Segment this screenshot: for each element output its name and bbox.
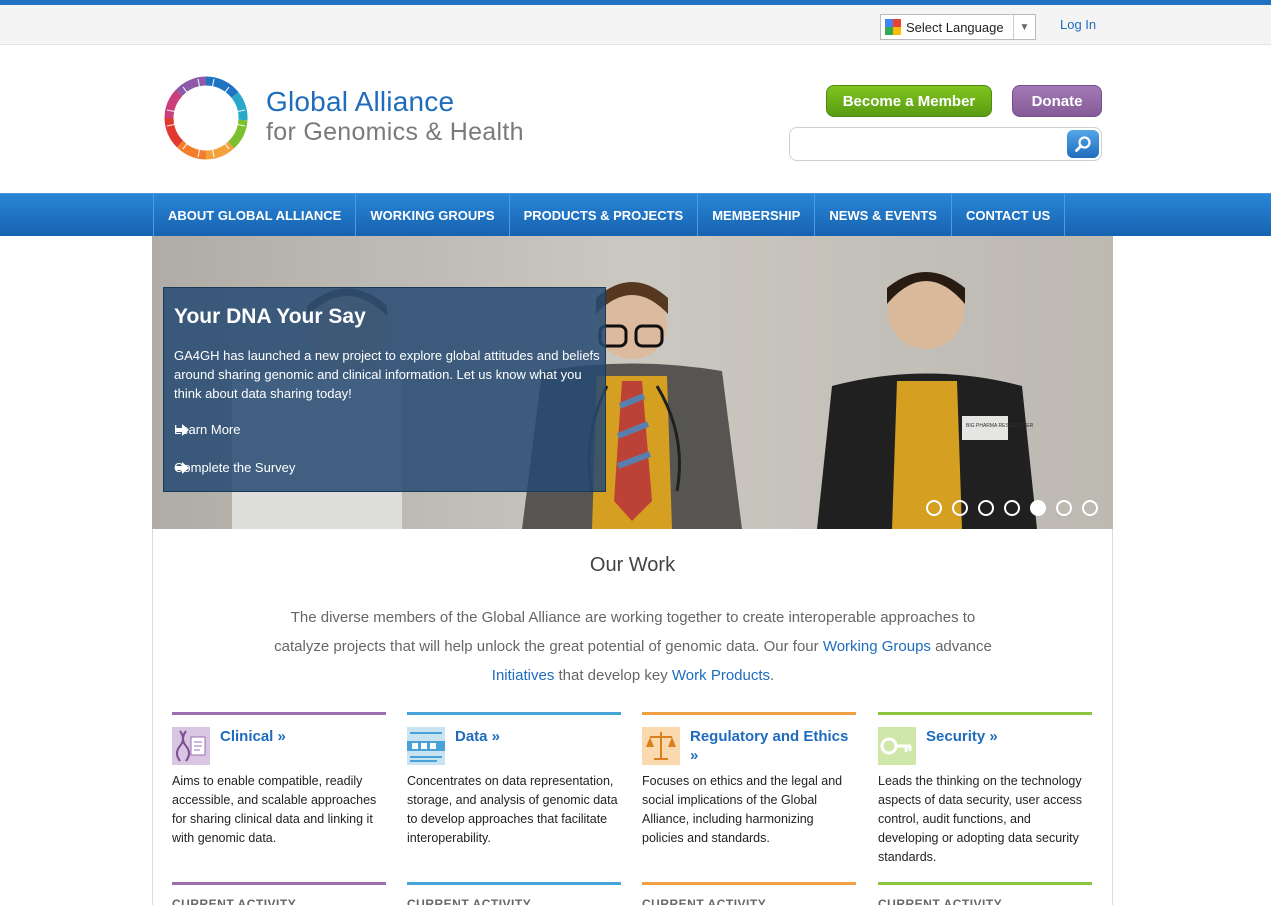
hero-carousel[interactable]: BIG PHARMA RESEARCHER Your DNA Your Say … <box>152 236 1113 529</box>
carousel-dot[interactable] <box>1056 500 1072 516</box>
nav-item-about[interactable]: ABOUT GLOBAL ALLIANCE <box>154 194 357 237</box>
complete-survey-label: Complete the Survey <box>174 460 296 475</box>
group-card-clinical: Clinical » Aims to enable compatible, re… <box>172 712 386 905</box>
security-icon <box>878 727 916 765</box>
group-description-data: Concentrates on data representation, sto… <box>407 774 618 845</box>
group-title-security[interactable]: Security » <box>926 727 998 746</box>
carousel-pagination <box>926 500 1098 516</box>
data-icon <box>407 727 445 765</box>
work-products-link[interactable]: Work Products <box>672 667 770 684</box>
carousel-dot[interactable] <box>1082 500 1098 516</box>
our-work-title: Our Work <box>589 554 676 576</box>
search-field <box>789 127 1102 161</box>
carousel-dot[interactable] <box>1004 500 1020 516</box>
group-title-regulatory[interactable]: Regulatory and Ethics » <box>690 727 856 765</box>
donate-button[interactable]: Donate <box>1012 85 1102 117</box>
utility-bar: Select Language ▼ Log In <box>0 5 1271 45</box>
become-member-button[interactable]: Become a Member <box>826 85 992 117</box>
language-selector[interactable]: Select Language ▼ <box>880 14 1036 40</box>
current-activity-heading: CURRENT ACTIVITY <box>407 897 532 905</box>
nav-item-products-projects[interactable]: PRODUCTS & PROJECTS <box>510 194 699 237</box>
group-card-data: Data » Concentrates on data representati… <box>407 712 621 905</box>
current-activity-heading: CURRENT ACTIVITY <box>878 897 1003 905</box>
group-accent-bar <box>172 882 386 885</box>
chevron-down-icon: ▼ <box>1013 15 1035 39</box>
learn-more-link[interactable]: Learn More <box>174 422 240 437</box>
brand-name[interactable]: Global Alliance <box>266 86 454 118</box>
complete-survey-link[interactable]: Complete the Survey <box>174 460 295 475</box>
ga4gh-logo-icon[interactable] <box>163 75 249 161</box>
group-description-clinical: Aims to enable compatible, readily acces… <box>172 774 377 845</box>
initiatives-link[interactable]: Initiatives <box>492 667 555 684</box>
carousel-dot[interactable] <box>978 500 994 516</box>
our-work-text: advance <box>935 638 992 655</box>
search-button[interactable] <box>1067 130 1099 158</box>
google-translate-icon <box>885 19 901 35</box>
group-accent-bar <box>642 882 856 885</box>
current-activity-heading: CURRENT ACTIVITY <box>642 897 767 905</box>
hero-title: Your DNA Your Say <box>174 305 366 328</box>
group-accent-bar <box>878 882 1092 885</box>
nav-item-news-events[interactable]: NEWS & EVENTS <box>815 194 952 237</box>
group-accent-bar <box>407 882 621 885</box>
our-work-text: . <box>770 667 775 684</box>
carousel-dot[interactable] <box>926 500 942 516</box>
login-link[interactable]: Log In <box>1060 17 1096 32</box>
current-activity-heading: CURRENT ACTIVITY <box>172 897 297 905</box>
group-card-regulatory: Regulatory and Ethics » Focuses on ethic… <box>642 712 856 905</box>
regulatory-icon <box>642 727 680 765</box>
search-icon <box>1075 136 1091 152</box>
carousel-dot-active[interactable] <box>1030 500 1046 516</box>
carousel-dot[interactable] <box>952 500 968 516</box>
our-work-section: Our Work The diverse members of the Glob… <box>152 529 1113 905</box>
brand-tagline: for Genomics & Health <box>266 118 524 146</box>
group-card-security: Security » Leads the thinking on the tec… <box>878 712 1092 905</box>
nav-item-contact[interactable]: CONTACT US <box>952 194 1066 237</box>
group-description-regulatory: Focuses on ethics and the legal and soci… <box>642 774 843 845</box>
nav-item-membership[interactable]: MEMBERSHIP <box>698 194 816 237</box>
group-description-security: Leads the thinking on the technology asp… <box>878 774 1083 864</box>
language-selector-label: Select Language <box>906 19 1004 35</box>
nav-item-working-groups[interactable]: WORKING GROUPS <box>356 194 510 237</box>
hero-caption-box: Your DNA Your Say GA4GH has launched a n… <box>163 287 606 492</box>
our-work-text: that develop key <box>558 667 668 684</box>
arrow-right-icon <box>175 424 189 436</box>
clinical-icon <box>172 727 210 765</box>
our-work-description: The diverse members of the Global Allian… <box>273 603 993 690</box>
hero-description: GA4GH has launched a new project to expl… <box>174 348 600 401</box>
group-title-clinical[interactable]: Clinical » <box>220 727 286 746</box>
arrow-right-icon <box>175 462 189 474</box>
working-groups-link[interactable]: Working Groups <box>823 638 931 655</box>
search-input[interactable] <box>798 134 1060 154</box>
main-navigation: ABOUT GLOBAL ALLIANCE WORKING GROUPS PRO… <box>0 193 1271 237</box>
group-title-data[interactable]: Data » <box>455 727 500 746</box>
